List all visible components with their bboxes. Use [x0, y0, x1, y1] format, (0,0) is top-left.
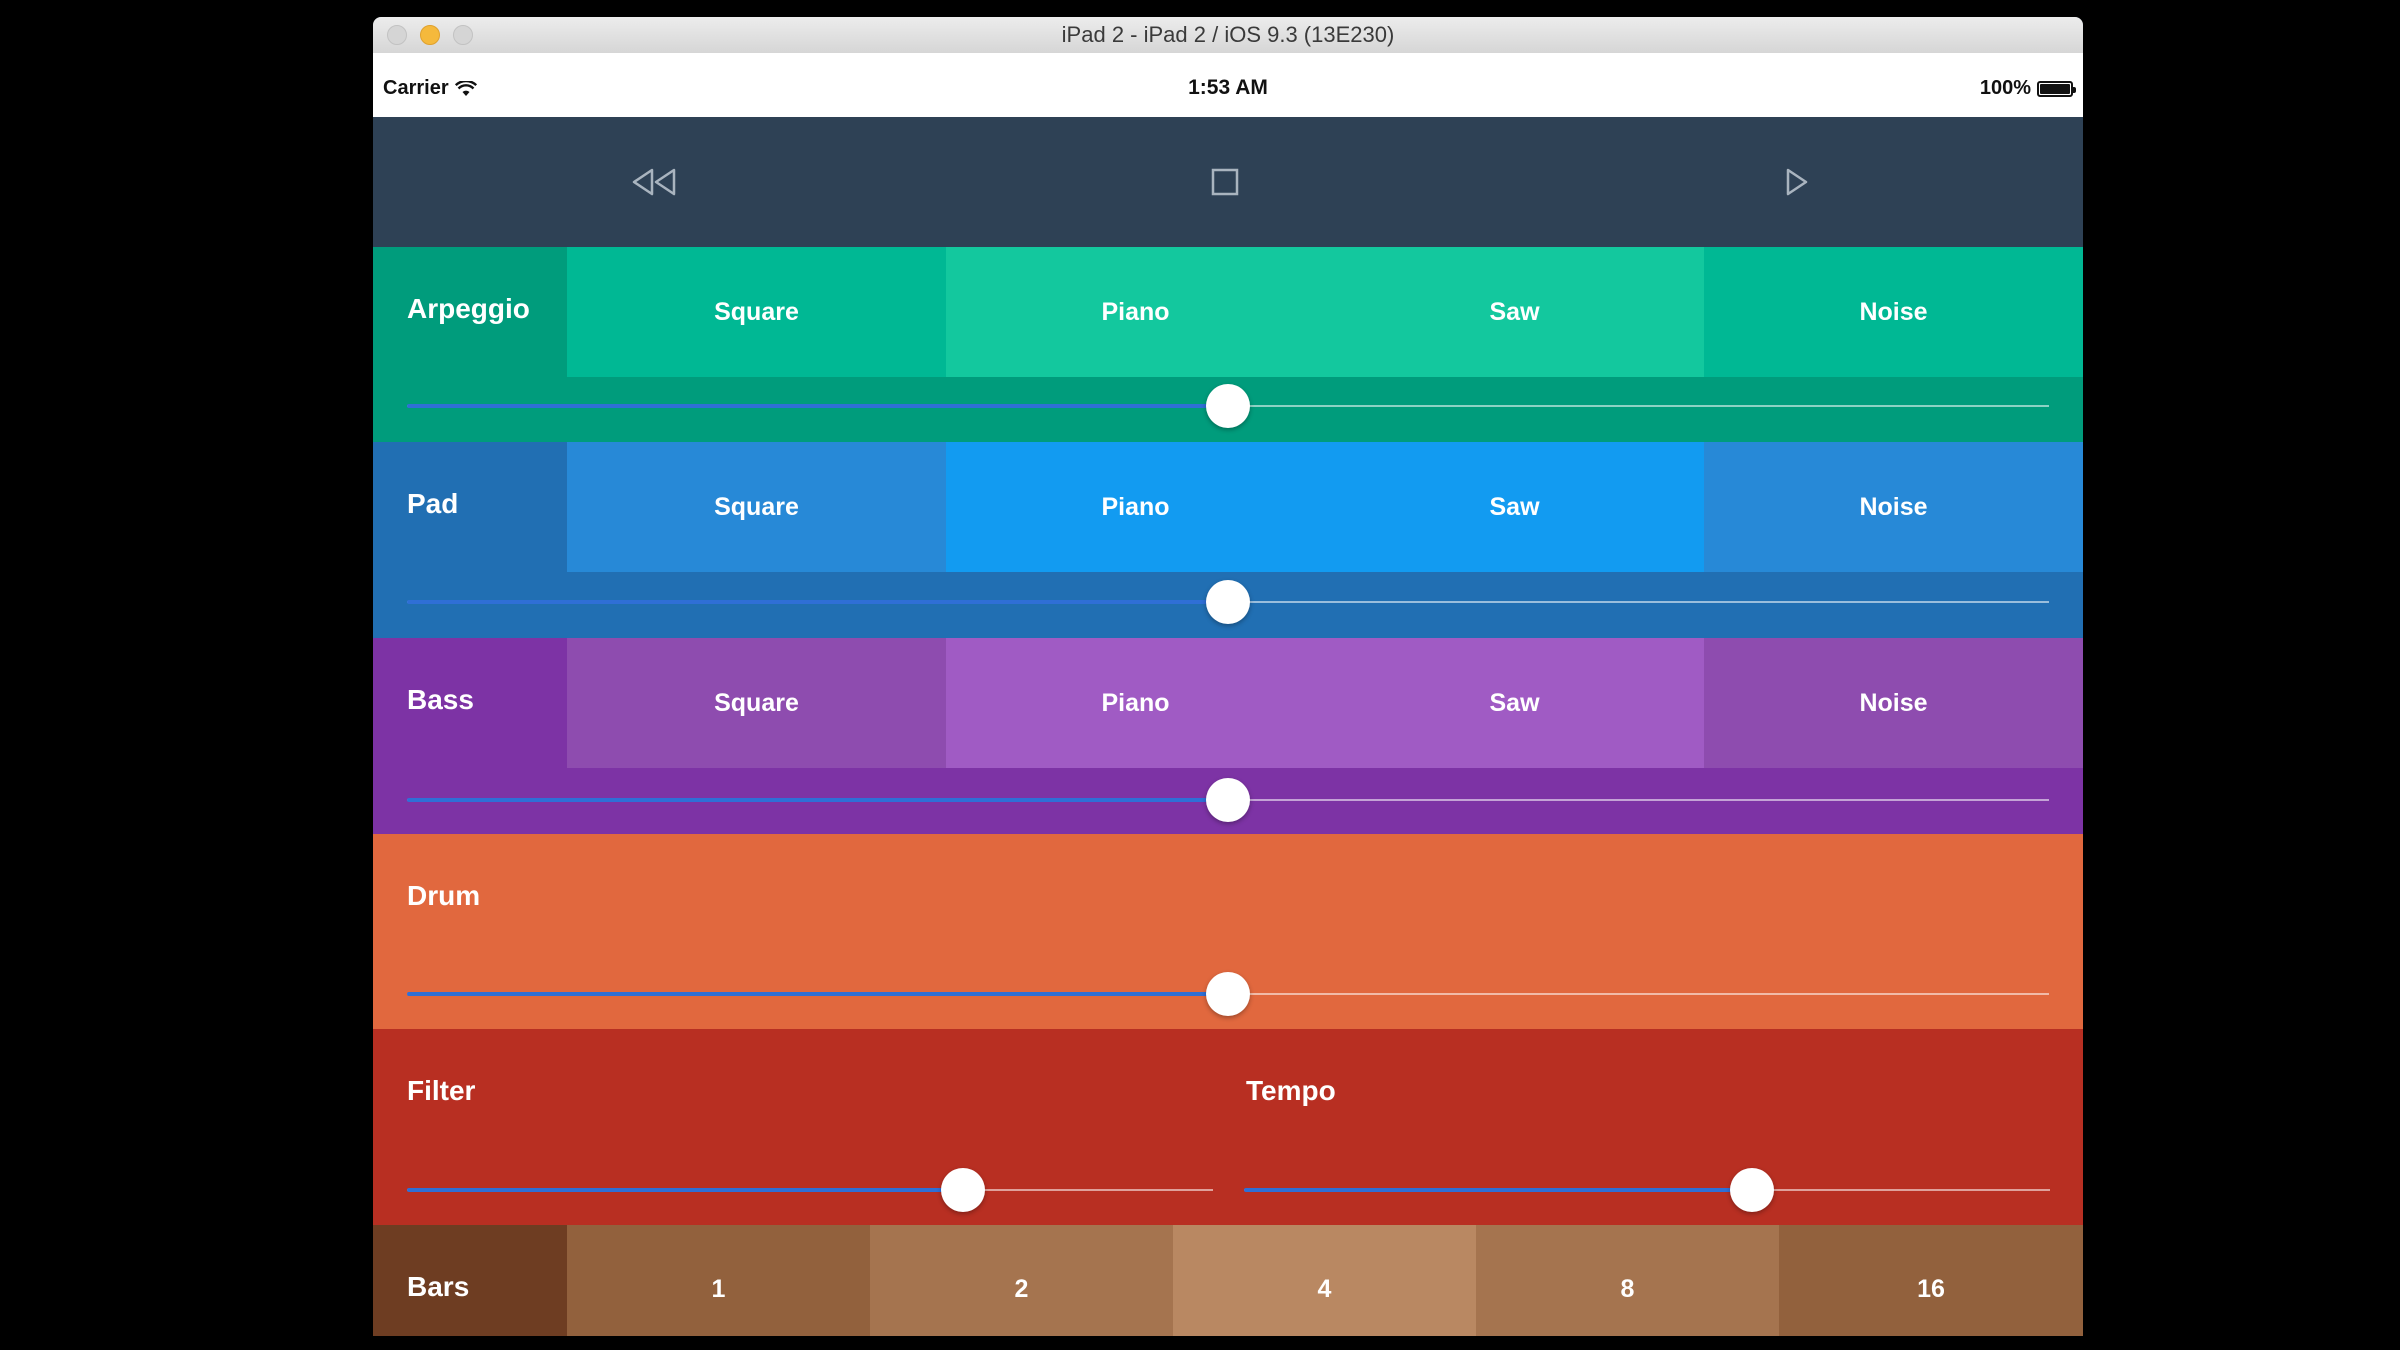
slider-thumb[interactable] — [941, 1168, 986, 1212]
bars-option-16[interactable]: 16 — [1779, 1225, 2083, 1336]
bars-option-8[interactable]: 8 — [1476, 1225, 1779, 1336]
battery-indicator: 100% — [1979, 77, 2076, 100]
wave-option-square[interactable]: Square — [567, 638, 946, 768]
tempo-slider[interactable] — [1244, 1168, 2050, 1212]
wave-option-saw[interactable]: Saw — [1325, 638, 1704, 768]
wave-option-noise[interactable]: Noise — [1704, 442, 2083, 572]
bars-option-4[interactable]: 4 — [1173, 1225, 1476, 1336]
tempo-label: Tempo — [1246, 1075, 1336, 1106]
slider-thumb[interactable] — [1206, 384, 1250, 428]
instrument-row-pad: Pad Square Piano Saw Noise — [373, 442, 2083, 638]
slider-fill — [407, 798, 1228, 802]
play-icon — [1786, 168, 1808, 196]
filter-tempo-row: Filter Tempo — [373, 1029, 2083, 1225]
rewind-button[interactable] — [620, 147, 690, 217]
slider-thumb[interactable] — [1206, 580, 1250, 624]
instrument-row-drum: Drum — [373, 834, 2083, 1029]
slider-thumb[interactable] — [1206, 972, 1250, 1016]
rewind-icon — [632, 168, 676, 196]
window-titlebar: iPad 2 - iPad 2 / iOS 9.3 (13E230) — [373, 17, 2083, 54]
battery-percent: 100% — [1979, 77, 2031, 99]
status-time: 1:53 AM — [1188, 76, 1268, 99]
drum-label: Drum — [407, 880, 481, 911]
slider-fill — [407, 600, 1228, 604]
transport-bar — [373, 117, 2083, 247]
wave-option-piano[interactable]: Piano — [946, 638, 1325, 768]
drum-volume-slider[interactable] — [407, 972, 2049, 1016]
bars-option-1[interactable]: 1 — [567, 1225, 870, 1336]
instrument-label-cell: Arpeggio — [373, 247, 567, 377]
instrument-row-bass: Bass Square Piano Saw Noise — [373, 638, 2083, 834]
instrument-name: Pad — [407, 488, 459, 519]
wave-option-piano[interactable]: Piano — [946, 247, 1325, 377]
wave-option-square[interactable]: Square — [567, 442, 946, 572]
window-title: iPad 2 - iPad 2 / iOS 9.3 (13E230) — [1061, 22, 1395, 47]
play-button[interactable] — [1761, 147, 1831, 217]
slider-thumb[interactable] — [1729, 1168, 1774, 1212]
bass-volume-slider[interactable] — [407, 778, 2049, 822]
slider-thumb[interactable] — [1206, 778, 1250, 822]
instrument-name: Arpeggio — [407, 293, 530, 324]
wave-option-saw[interactable]: Saw — [1325, 247, 1704, 377]
stop-icon — [1211, 168, 1239, 196]
wave-option-square[interactable]: Square — [567, 247, 946, 377]
wave-option-noise[interactable]: Noise — [1704, 247, 2083, 377]
bars-row: Bars 1 2 4 8 16 — [373, 1225, 2083, 1336]
arpeggio-volume-slider[interactable] — [407, 384, 2049, 428]
pad-volume-slider[interactable] — [407, 580, 2049, 624]
battery-icon — [2037, 80, 2076, 97]
wave-option-piano[interactable]: Piano — [946, 442, 1325, 572]
bars-label: Bars — [407, 1271, 470, 1302]
slider-fill — [407, 1188, 964, 1192]
slider-fill — [1244, 1188, 1752, 1192]
stop-button[interactable] — [1190, 147, 1260, 217]
bars-option-2[interactable]: 2 — [870, 1225, 1173, 1336]
filter-label: Filter — [407, 1075, 476, 1106]
wave-option-saw[interactable]: Saw — [1325, 442, 1704, 572]
instrument-label-cell: Pad — [373, 442, 567, 572]
instrument-label-cell: Bass — [373, 638, 567, 768]
wave-option-noise[interactable]: Noise — [1704, 638, 2083, 768]
instrument-name: Bass — [407, 684, 474, 715]
filter-slider[interactable] — [407, 1168, 1213, 1212]
slider-fill — [407, 992, 1228, 996]
bars-label-cell: Bars — [373, 1225, 567, 1336]
simulator-window: iPad 2 - iPad 2 / iOS 9.3 (13E230) Carri… — [373, 17, 2083, 1336]
slider-fill — [407, 404, 1228, 408]
instrument-row-arpeggio: Arpeggio Square Piano Saw Noise — [373, 247, 2083, 442]
ios-status-bar: Carrier 1:53 AM 100% — [373, 53, 2083, 117]
